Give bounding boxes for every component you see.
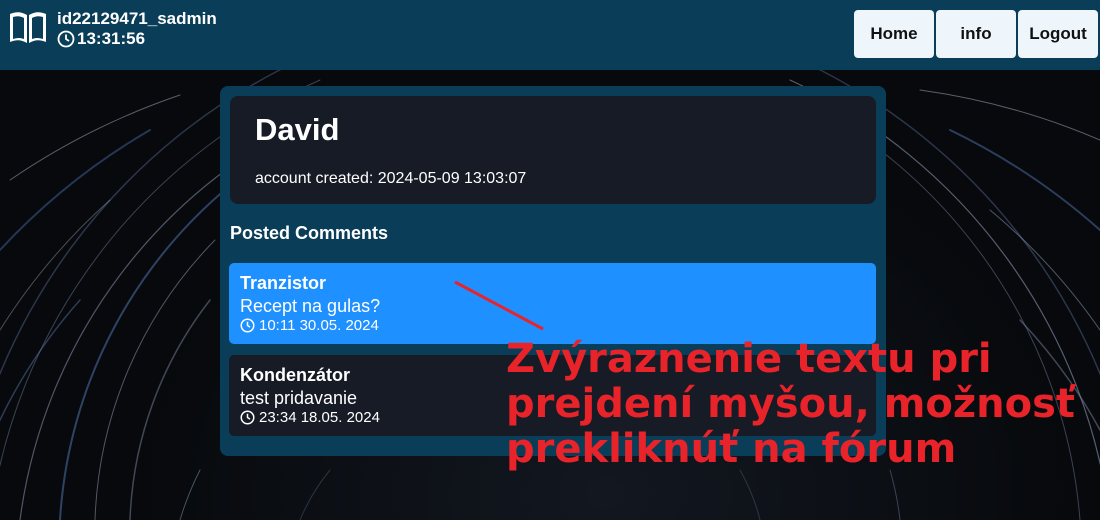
annotation-text: Zvýraznenie textu pri prejdení myšou, mo… [506,336,1076,472]
clock-icon [240,410,255,425]
account-created-date: account created: 2024-05-09 13:03:07 [255,170,527,187]
comment-timestamp: 10:11 30.05. 2024 [240,317,379,334]
username: id22129471_sadmin [57,9,217,28]
clock-time: 13:31:56 [77,29,146,48]
logout-button[interactable]: Logout [1018,10,1098,58]
comment-forum-name: Kondenzátor [240,365,350,385]
top-navigation-bar: id22129471_sadmin 13:31:56 Home info Log… [0,0,1100,70]
comment-item[interactable]: Tranzistor Recept na gulas? 10:11 30.05.… [229,263,876,344]
comment-forum-name: Tranzistor [240,273,327,293]
info-button[interactable]: info [936,10,1016,58]
user-info: id22129471_sadmin 13:31:56 [57,9,217,49]
clock-icon [57,30,75,48]
book-icon [10,12,46,44]
comment-time-text: 23:34 18.05. 2024 [259,409,380,426]
posted-comments-title: Posted Comments [230,223,389,243]
comment-timestamp: 23:34 18.05. 2024 [240,409,380,426]
session-time: 13:31:56 [57,29,217,49]
comment-text: Recept na gulas? [240,296,381,316]
comment-text: test pridavanie [240,388,358,408]
nav-buttons: Home info Logout [854,10,1098,58]
profile-card: David account created: 2024-05-09 13:03:… [230,96,876,204]
clock-icon [240,318,255,333]
profile-name: David [255,112,340,147]
comment-time-text: 10:11 30.05. 2024 [259,317,379,334]
home-button[interactable]: Home [854,10,934,58]
